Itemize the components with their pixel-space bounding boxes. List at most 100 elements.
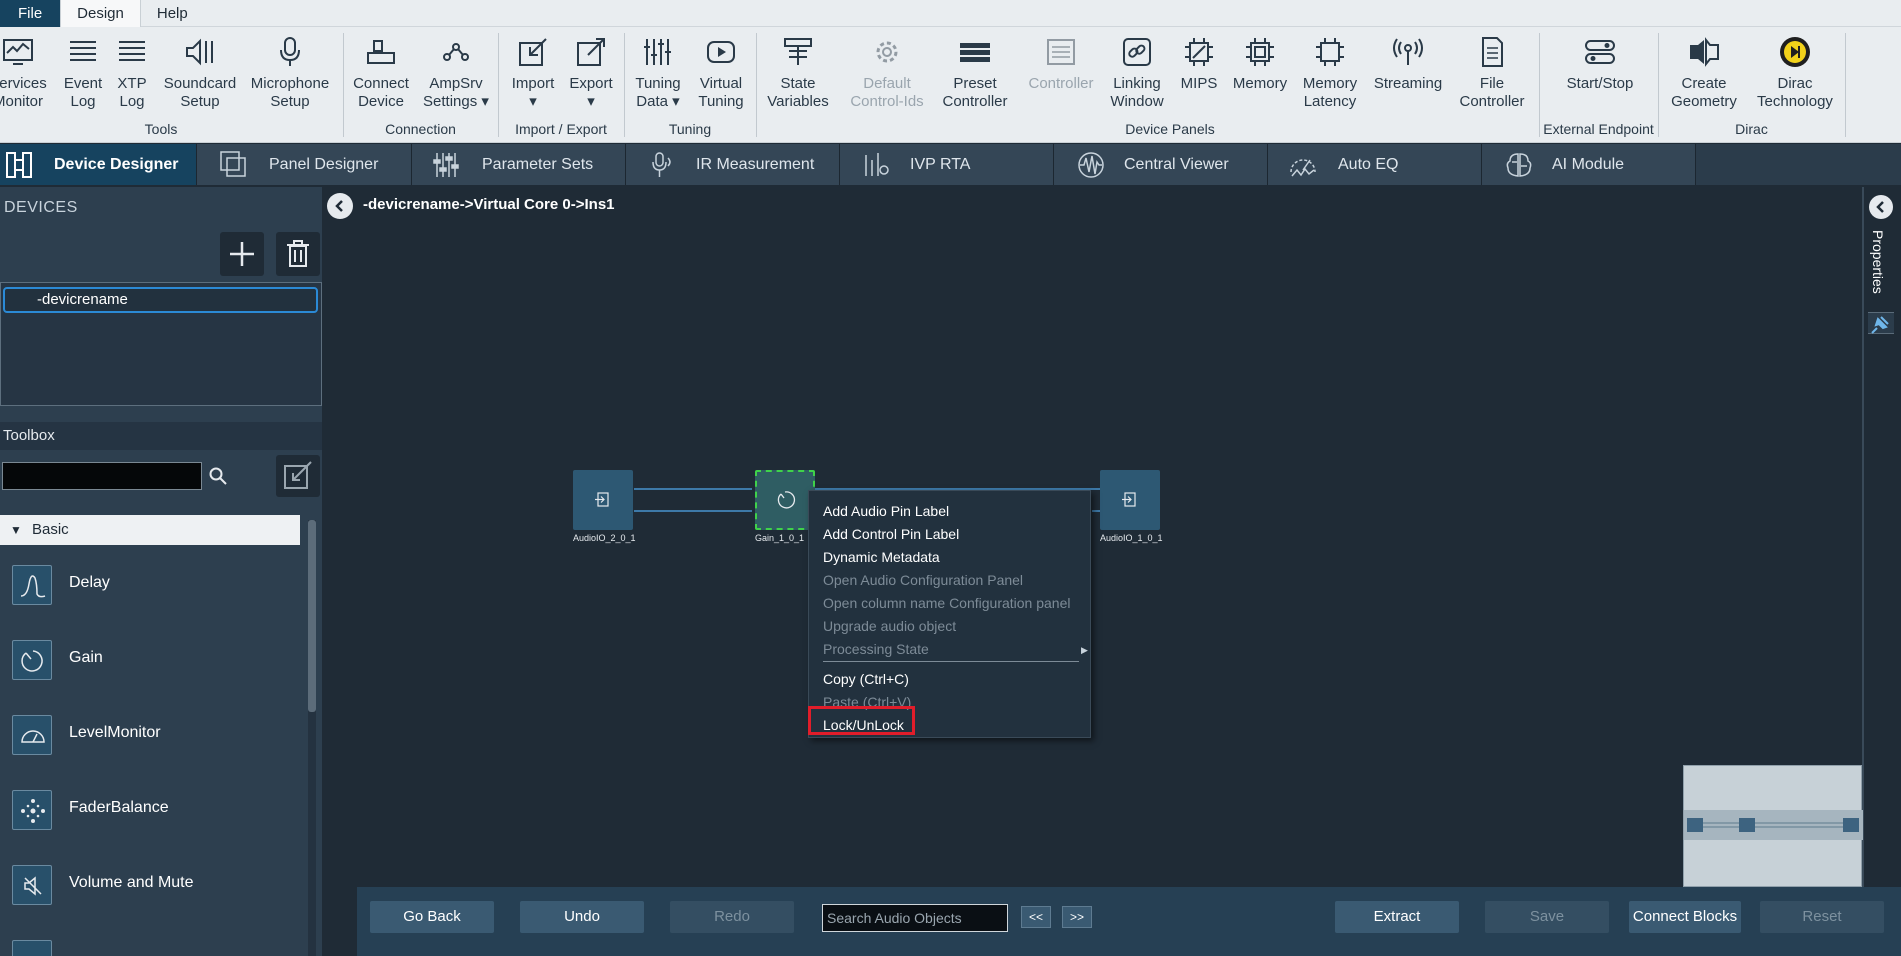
extract-button[interactable]: Extract (1335, 901, 1459, 933)
delete-device-button[interactable] (276, 232, 320, 276)
linking-window-button[interactable]: Linking Window (1106, 31, 1168, 119)
import-button[interactable]: Import ▾ (504, 31, 562, 119)
tab-ivp-rta[interactable]: IVP RTA (840, 144, 1054, 185)
create-geometry-button[interactable]: Create Geometry (1664, 31, 1744, 119)
search-next-button[interactable]: >> (1062, 906, 1092, 928)
audio-wire[interactable] (634, 510, 752, 512)
services-monitor-button[interactable]: ServicesMonitor (0, 31, 50, 119)
menu-item-open-audio-configuration-panel[interactable]: Open Audio Configuration Panel (823, 572, 1023, 588)
tab-parameter-sets[interactable]: Parameter Sets (412, 144, 626, 185)
menu-item-open-column-name-configuration-panel[interactable]: Open column name Configuration panel (823, 595, 1071, 611)
default-control-ids-button[interactable]: Default Control-Ids (840, 31, 934, 119)
analyzer-icon (865, 153, 889, 176)
menu-design[interactable]: Design (60, 0, 141, 27)
menu-item-add-control-pin-label[interactable]: Add Control Pin Label (823, 526, 959, 542)
audio-io-icon (595, 492, 609, 507)
tab-ir-measurement[interactable]: IR Measurement (626, 144, 840, 185)
menu-item-copy[interactable]: Copy (Ctrl+C) (823, 671, 909, 687)
tab-panel-designer[interactable]: Panel Designer (197, 144, 412, 185)
menu-file[interactable]: File (0, 0, 61, 27)
device-list-item[interactable]: -devicrename (3, 287, 318, 313)
gain-icon (12, 640, 52, 680)
panel-designer-icon (220, 151, 246, 177)
save-button[interactable]: Save (1485, 901, 1609, 933)
toolbox-search-input[interactable] (2, 462, 202, 490)
search-audio-objects-input[interactable] (823, 905, 1007, 931)
toolbox-scrollbar-thumb[interactable] (308, 520, 316, 712)
search-audio-objects-box[interactable] (822, 904, 1008, 932)
event-log-button[interactable]: Event Log (58, 31, 108, 119)
file-controller-button[interactable]: File Controller (1452, 31, 1532, 119)
menu-bar: File Design Help (0, 0, 1901, 27)
search-icon[interactable] (208, 466, 228, 486)
audio-wire[interactable] (634, 488, 752, 490)
toolbox-item-volume-and-mute[interactable]: Volume and Mute (0, 855, 300, 915)
ribbon-toolbar: ServicesMonitor EventLog XTPLog Soundcar… (0, 27, 1901, 143)
memory-latency-button[interactable]: Memory Latency (1298, 31, 1362, 119)
controller-button[interactable]: Controller (1022, 31, 1100, 119)
toolbox-item-delay[interactable]: Delay (0, 555, 300, 615)
streaming-button[interactable]: Streaming (1368, 31, 1448, 119)
menu-item-dynamic-metadata[interactable]: Dynamic Metadata (823, 549, 940, 565)
memory-button[interactable]: Memory (1228, 31, 1292, 119)
add-device-button[interactable] (220, 232, 264, 276)
menu-item-add-audio-pin-label[interactable]: Add Audio Pin Label (823, 503, 949, 519)
toolbox-item-next[interactable] (0, 930, 300, 956)
audio-block-gain-1-0-1[interactable] (755, 470, 815, 530)
undo-button[interactable]: Undo (520, 901, 644, 933)
toolbox-search-field[interactable] (3, 463, 201, 489)
xtp-log-button[interactable]: XTP Log (110, 31, 154, 119)
preset-controller-button[interactable]: Preset Controller (938, 31, 1012, 119)
soundcard-setup-button[interactable]: Soundcard Setup (160, 31, 240, 119)
dirac-technology-button[interactable]: Dirac Technology (1750, 31, 1840, 119)
connect-blocks-button[interactable]: Connect Blocks (1629, 901, 1741, 933)
audio-block-audioio-2-0-1[interactable] (573, 470, 633, 530)
toolbox-edit-button[interactable] (276, 455, 320, 497)
search-prev-button[interactable]: << (1021, 906, 1051, 928)
toolbox-item-levelmonitor[interactable]: LevelMonitor (0, 705, 300, 765)
audio-block-audioio-1-0-1[interactable] (1100, 470, 1160, 530)
toolbox-item-gain[interactable]: Gain (0, 630, 300, 690)
menu-item-upgrade-audio-object[interactable]: Upgrade audio object (823, 618, 956, 634)
start-stop-button[interactable]: Start/Stop (1550, 31, 1650, 119)
menu-item-processing-state[interactable]: Processing State (823, 641, 929, 657)
tab-central-viewer[interactable]: Central Viewer (1054, 144, 1268, 185)
level-meter-icon (12, 715, 52, 755)
chip-icon (1246, 38, 1274, 66)
brain-icon (1506, 153, 1532, 177)
group-separator (756, 33, 757, 137)
tab-auto-eq[interactable]: Auto EQ (1268, 144, 1482, 185)
tab-device-designer[interactable]: Device Designer (0, 144, 197, 185)
audio-wire[interactable] (1092, 510, 1100, 512)
microphone-setup-button[interactable]: Microphone Setup (248, 31, 332, 119)
tuning-data-button[interactable]: Tuning Data ▾ (628, 31, 688, 119)
properties-tab[interactable]: Properties (1870, 230, 1886, 294)
mips-button[interactable]: MIPS (1176, 31, 1222, 119)
audio-io-icon (1122, 492, 1136, 507)
reset-button[interactable]: Reset (1760, 901, 1884, 933)
expand-properties-button[interactable] (1869, 195, 1893, 219)
designer-tab-bar: Device Designer Panel Designer Parameter… (0, 144, 1901, 185)
redo-button[interactable]: Redo (670, 901, 794, 933)
virtual-tuning-button[interactable]: Virtual Tuning (690, 31, 752, 119)
gear-icon (876, 41, 898, 63)
export-button[interactable]: Export ▾ (562, 31, 620, 119)
pin-button[interactable] (1868, 312, 1894, 334)
state-variables-button[interactable]: State Variables (764, 31, 832, 119)
canvas-minimap[interactable] (1683, 765, 1863, 887)
toolbox-header: Toolbox (0, 422, 322, 450)
file-icon (1482, 37, 1503, 67)
tab-ai-module[interactable]: AI Module (1482, 144, 1696, 185)
basic-category-header[interactable]: ▼ Basic (0, 515, 300, 545)
speaker-icon (186, 38, 213, 66)
connect-device-button[interactable]: Connect Device (348, 31, 414, 119)
toolbox-item-faderbalance[interactable]: FaderBalance (0, 780, 300, 840)
plus-icon (230, 242, 254, 266)
broadcast-icon (1393, 38, 1423, 65)
bottom-toolbar: Go Back Undo Redo Extract Save Connect B… (357, 887, 1901, 956)
ampsrv-settings-button[interactable]: AmpSrv Settings ▾ (420, 31, 492, 119)
menu-help[interactable]: Help (141, 0, 204, 27)
go-back-button[interactable]: Go Back (370, 901, 494, 933)
collapse-left-panel-button[interactable] (327, 193, 353, 219)
group-separator (1845, 33, 1846, 137)
